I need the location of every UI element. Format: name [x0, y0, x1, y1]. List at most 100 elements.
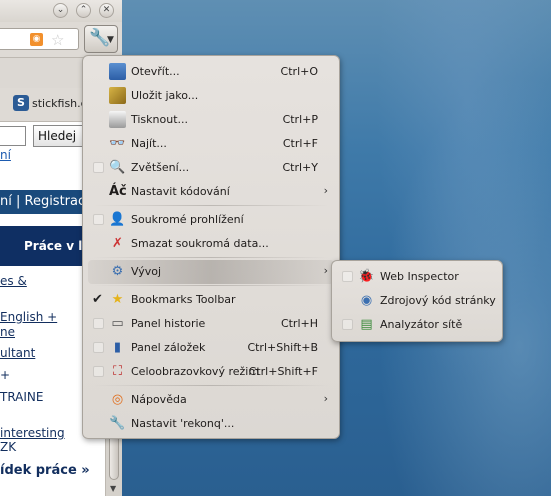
menu-item-development[interactable]: ⚙ Vývoj ›	[88, 260, 334, 284]
tools-menu: Otevřít... Ctrl+O Uložit jako... Tisknou…	[82, 55, 340, 439]
more-jobs-link[interactable]: ídek práce »	[0, 463, 90, 478]
job-link[interactable]: ultant	[0, 346, 35, 360]
menu-item-shortcut: Ctrl+Y	[282, 161, 318, 174]
fullscreen-icon: ⛶	[112, 364, 123, 379]
menu-item-help[interactable]: ◎ Nápověda ›	[88, 388, 334, 412]
job-link[interactable]: English +	[0, 310, 57, 324]
tools-menu-button[interactable]: 🔧 ▼	[84, 25, 118, 53]
development-submenu: 🐞 Web Inspector ◉ Zdrojový kód stránky ▤…	[331, 260, 503, 342]
search-button[interactable]: Hledej	[33, 125, 83, 147]
url-bar[interactable]: ◉ ☆	[0, 28, 79, 50]
checkbox[interactable]	[93, 366, 104, 377]
page-link[interactable]: ní	[0, 148, 11, 162]
menu-item-open[interactable]: Otevřít... Ctrl+O	[88, 60, 334, 84]
job-link[interactable]: interesting	[0, 426, 65, 440]
menu-item-label: Panel záložek	[131, 341, 206, 354]
bookmark-star-icon[interactable]: ☆	[51, 31, 64, 49]
title-bar: ⌄ ⌃ ✕	[0, 0, 122, 22]
checkbox[interactable]	[342, 271, 353, 282]
page-search-input[interactable]	[0, 126, 26, 146]
job-link[interactable]: ZK	[0, 440, 16, 454]
menu-separator	[93, 205, 329, 206]
minimize-button[interactable]: ⌄	[53, 3, 68, 18]
menu-item-configure[interactable]: 🔧 Nastavit 'rekonq'...	[88, 412, 334, 436]
menu-item-label: Najít...	[131, 137, 167, 150]
development-icon: ⚙	[111, 264, 124, 279]
menu-item-label: Zdrojový kód stránky	[380, 294, 496, 307]
menu-item-shortcut: Ctrl+Shift+B	[247, 341, 318, 354]
menu-item-history-panel[interactable]: ▭ Panel historie Ctrl+H	[88, 312, 334, 336]
close-button[interactable]: ✕	[99, 3, 114, 18]
menu-item-label: Panel historie	[131, 317, 206, 330]
binoculars-icon: 👓	[109, 136, 126, 151]
menu-item-label: Vývoj	[131, 265, 162, 278]
menu-item-save-as[interactable]: Uložit jako...	[88, 84, 334, 108]
job-link[interactable]: +	[0, 368, 10, 382]
job-link[interactable]: ne	[0, 325, 15, 339]
menu-item-label: Nastavit 'rekonq'...	[131, 417, 235, 430]
menu-item-shortcut: Ctrl+F	[282, 137, 318, 150]
submenu-item-network-analyzer[interactable]: ▤ Analyzátor sítě	[337, 313, 497, 337]
menu-item-label: Bookmarks Toolbar	[131, 293, 236, 306]
menu-item-label: Zvětšení...	[131, 161, 190, 174]
checkbox[interactable]	[342, 319, 353, 330]
site-favicon-icon: S	[13, 95, 29, 111]
save-as-icon	[109, 87, 126, 104]
open-icon	[109, 63, 126, 80]
menu-separator	[93, 257, 329, 258]
menu-item-private-browsing[interactable]: 👤 Soukromé prohlížení	[88, 208, 334, 232]
network-icon: ▤	[360, 317, 373, 332]
checkbox[interactable]	[93, 214, 104, 225]
check-icon[interactable]: ✔	[92, 292, 103, 307]
help-icon: ◎	[111, 392, 124, 407]
submenu-item-page-source[interactable]: ◉ Zdrojový kód stránky	[337, 289, 497, 313]
configure-icon: 🔧	[109, 416, 126, 431]
private-user-icon: 👤	[109, 212, 126, 227]
navigation-toolbar: ◉ ☆ 🔧 ▼	[0, 22, 122, 58]
menu-item-shortcut: Ctrl+P	[282, 113, 318, 126]
scroll-down-icon[interactable]: ▼	[110, 484, 116, 493]
checkbox[interactable]	[93, 318, 104, 329]
submenu-item-web-inspector[interactable]: 🐞 Web Inspector	[337, 265, 497, 289]
menu-item-label: Smazat soukromá data...	[131, 237, 269, 250]
print-icon	[109, 111, 126, 128]
menu-item-shortcut: Ctrl+H	[280, 317, 318, 330]
menu-item-label: Web Inspector	[380, 270, 459, 283]
menu-item-label: Tisknout...	[131, 113, 189, 126]
menu-item-label: Nápověda	[131, 393, 187, 406]
maximize-button[interactable]: ⌃	[76, 3, 91, 18]
chevron-right-icon: ›	[323, 264, 328, 277]
menu-item-label: Soukromé prohlížení	[131, 213, 244, 226]
chevron-right-icon: ›	[323, 184, 328, 197]
menu-item-shortcut: Ctrl+O	[280, 65, 318, 78]
menu-item-find[interactable]: 👓 Najít... Ctrl+F	[88, 132, 334, 156]
menu-separator	[93, 285, 329, 286]
menu-item-shortcut: Ctrl+Shift+F	[248, 365, 318, 378]
menu-item-bookmarks-panel[interactable]: ▮ Panel záložek Ctrl+Shift+B	[88, 336, 334, 360]
bookmark-item[interactable]: stickfish.c	[32, 97, 87, 110]
bookmarks-icon: ▮	[113, 340, 122, 355]
menu-item-print[interactable]: Tisknout... Ctrl+P	[88, 108, 334, 132]
menu-item-label: Analyzátor sítě	[380, 318, 463, 331]
checkbox[interactable]	[93, 342, 104, 353]
menu-item-label: Uložit jako...	[131, 89, 199, 102]
checkbox[interactable]	[93, 162, 104, 173]
bug-icon: 🐞	[358, 269, 375, 284]
chevron-right-icon: ›	[323, 392, 328, 405]
menu-item-label: Celoobrazovkový režim	[131, 365, 260, 378]
chevron-down-icon: ▼	[107, 35, 114, 45]
menu-item-encoding[interactable]: Áč Nastavit kódování ›	[88, 180, 334, 204]
menu-item-fullscreen[interactable]: ⛶ Celoobrazovkový režim Ctrl+Shift+F	[88, 360, 334, 384]
source-icon: ◉	[360, 293, 373, 308]
desktop-background	[340, 0, 551, 496]
menu-item-bookmarks-toolbar[interactable]: ✔ ★ Bookmarks Toolbar	[88, 288, 334, 312]
menu-item-label: Otevřít...	[131, 65, 180, 78]
job-link[interactable]: es &	[0, 274, 27, 288]
clear-data-icon: ✗	[112, 236, 123, 251]
menu-item-clear-private-data[interactable]: ✗ Smazat soukromá data...	[88, 232, 334, 256]
rss-icon[interactable]: ◉	[30, 33, 43, 46]
menu-item-label: Nastavit kódování	[131, 185, 230, 198]
job-link[interactable]: TRAINE	[0, 390, 44, 404]
menu-separator	[93, 385, 329, 386]
menu-item-zoom[interactable]: 🔍 Zvětšení... Ctrl+Y	[88, 156, 334, 180]
